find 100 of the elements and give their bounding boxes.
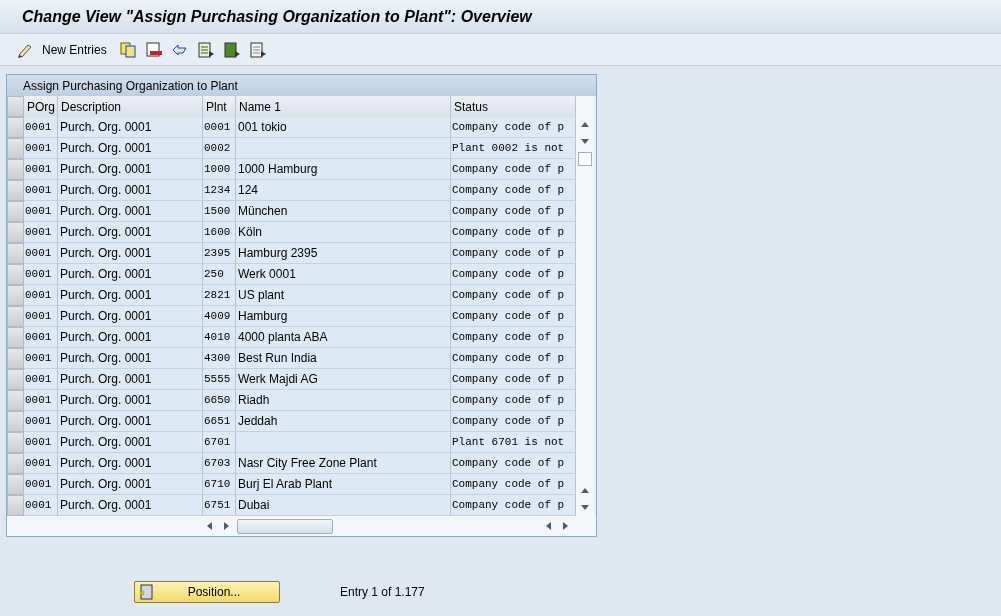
table-cell: Company code of p: [451, 327, 576, 348]
scroll-left-icon[interactable]: [544, 521, 554, 531]
table-cell: 0001: [24, 474, 58, 495]
scroll-up-icon[interactable]: [580, 120, 590, 130]
table-cell: Dubai: [236, 495, 451, 516]
table-cell: 0001: [24, 159, 58, 180]
table-cell: Hamburg 2395: [236, 243, 451, 264]
table-cell: Company code of p: [451, 201, 576, 222]
table-cell: 250: [203, 264, 236, 285]
table-cell: 4000 planta ABA: [236, 327, 451, 348]
table-cell: Company code of p: [451, 222, 576, 243]
table-cell: Purch. Org. 0001: [58, 285, 203, 306]
table-cell: Purch. Org. 0001: [58, 327, 203, 348]
table-cell: Purch. Org. 0001: [58, 201, 203, 222]
row-selector[interactable]: [7, 453, 24, 474]
new-entries-button[interactable]: New Entries: [42, 42, 107, 57]
row-selector[interactable]: [7, 327, 24, 348]
table-cell: Company code of p: [451, 453, 576, 474]
column-header[interactable]: Status: [451, 96, 576, 117]
select-block-icon[interactable]: [222, 40, 241, 59]
table-cell: Purch. Org. 0001: [58, 390, 203, 411]
scroll-right-icon[interactable]: [221, 521, 231, 531]
table-cell: 1500: [203, 201, 236, 222]
row-selector[interactable]: [7, 159, 24, 180]
table-cell: Purch. Org. 0001: [58, 432, 203, 453]
table-cell: 0001: [24, 222, 58, 243]
scroll-down-icon[interactable]: [580, 502, 590, 512]
scroll-left-icon[interactable]: [205, 521, 215, 531]
table-cell: Company code of p: [451, 390, 576, 411]
table-cell: 0001: [24, 306, 58, 327]
select-all-handle[interactable]: [7, 96, 24, 117]
table-cell: 6710: [203, 474, 236, 495]
table-cell: 0001: [24, 411, 58, 432]
copy-icon[interactable]: [118, 40, 137, 59]
row-selector[interactable]: [7, 222, 24, 243]
table-cell: Company code of p: [451, 159, 576, 180]
table-cell: Nasr City Free Zone Plant: [236, 453, 451, 474]
table-cell: Purch. Org. 0001: [58, 180, 203, 201]
scroll-down-icon[interactable]: [580, 136, 590, 146]
table-cell: 0001: [24, 390, 58, 411]
row-selector[interactable]: [7, 138, 24, 159]
table-cell: Best Run India: [236, 348, 451, 369]
column-header[interactable]: Plnt: [203, 96, 236, 117]
row-selector[interactable]: [7, 369, 24, 390]
column-header[interactable]: Description: [58, 96, 203, 117]
row-selector[interactable]: [7, 306, 24, 327]
table-cell: Purch. Org. 0001: [58, 495, 203, 516]
table-cell: 124: [236, 180, 451, 201]
scrollbar-thumb[interactable]: [237, 518, 333, 534]
table-cell: Company code of p: [451, 243, 576, 264]
table-cell: Riadh: [236, 390, 451, 411]
table-cell: 0001: [24, 264, 58, 285]
column-header[interactable]: Name 1: [236, 96, 451, 117]
table-cell: Company code of p: [451, 369, 576, 390]
table-cell: 0001: [24, 180, 58, 201]
table-cell: München: [236, 201, 451, 222]
table-cell: 0002: [203, 138, 236, 159]
row-selector[interactable]: [7, 285, 24, 306]
select-all-icon[interactable]: [196, 40, 215, 59]
row-selector[interactable]: [7, 348, 24, 369]
table-cell: Plant 0002 is not: [451, 138, 576, 159]
table-cell: 0001: [24, 432, 58, 453]
deselect-icon[interactable]: [248, 40, 267, 59]
table-cell: Köln: [236, 222, 451, 243]
table-cell: 6703: [203, 453, 236, 474]
table-cell: Werk 0001: [236, 264, 451, 285]
row-selector[interactable]: [7, 474, 24, 495]
table-cell: Purch. Org. 0001: [58, 474, 203, 495]
row-selector[interactable]: [7, 117, 24, 138]
table-cell: Purch. Org. 0001: [58, 138, 203, 159]
row-selector[interactable]: [7, 432, 24, 453]
table-cell: 0001: [24, 243, 58, 264]
table-cell: 0001: [24, 453, 58, 474]
table-cell: Company code of p: [451, 348, 576, 369]
table-cell: Werk Majdi AG: [236, 369, 451, 390]
table-cell: 2821: [203, 285, 236, 306]
row-selector[interactable]: [7, 495, 24, 516]
delete-row-icon[interactable]: [144, 40, 163, 59]
table-cell: Company code of p: [451, 495, 576, 516]
row-selector[interactable]: [7, 243, 24, 264]
table-cell: 001 tokio: [236, 117, 451, 138]
scrollbar-thumb[interactable]: [578, 152, 592, 166]
table-cell: 1000: [203, 159, 236, 180]
table-cell: 4009: [203, 306, 236, 327]
row-selector[interactable]: [7, 411, 24, 432]
column-header[interactable]: POrg: [24, 96, 58, 117]
row-selector[interactable]: [7, 201, 24, 222]
row-selector[interactable]: [7, 390, 24, 411]
table-cell: Purch. Org. 0001: [58, 369, 203, 390]
table-cell: Purch. Org. 0001: [58, 453, 203, 474]
scroll-right-icon[interactable]: [560, 521, 570, 531]
scroll-up-icon[interactable]: [580, 486, 590, 496]
row-selector[interactable]: [7, 180, 24, 201]
table-cell: 6650: [203, 390, 236, 411]
table-cell: 1234: [203, 180, 236, 201]
table-cell: Purch. Org. 0001: [58, 243, 203, 264]
position-button[interactable]: Position...: [134, 581, 280, 603]
row-selector[interactable]: [7, 264, 24, 285]
table-cell: 6751: [203, 495, 236, 516]
table-cell: Burj El Arab Plant: [236, 474, 451, 495]
